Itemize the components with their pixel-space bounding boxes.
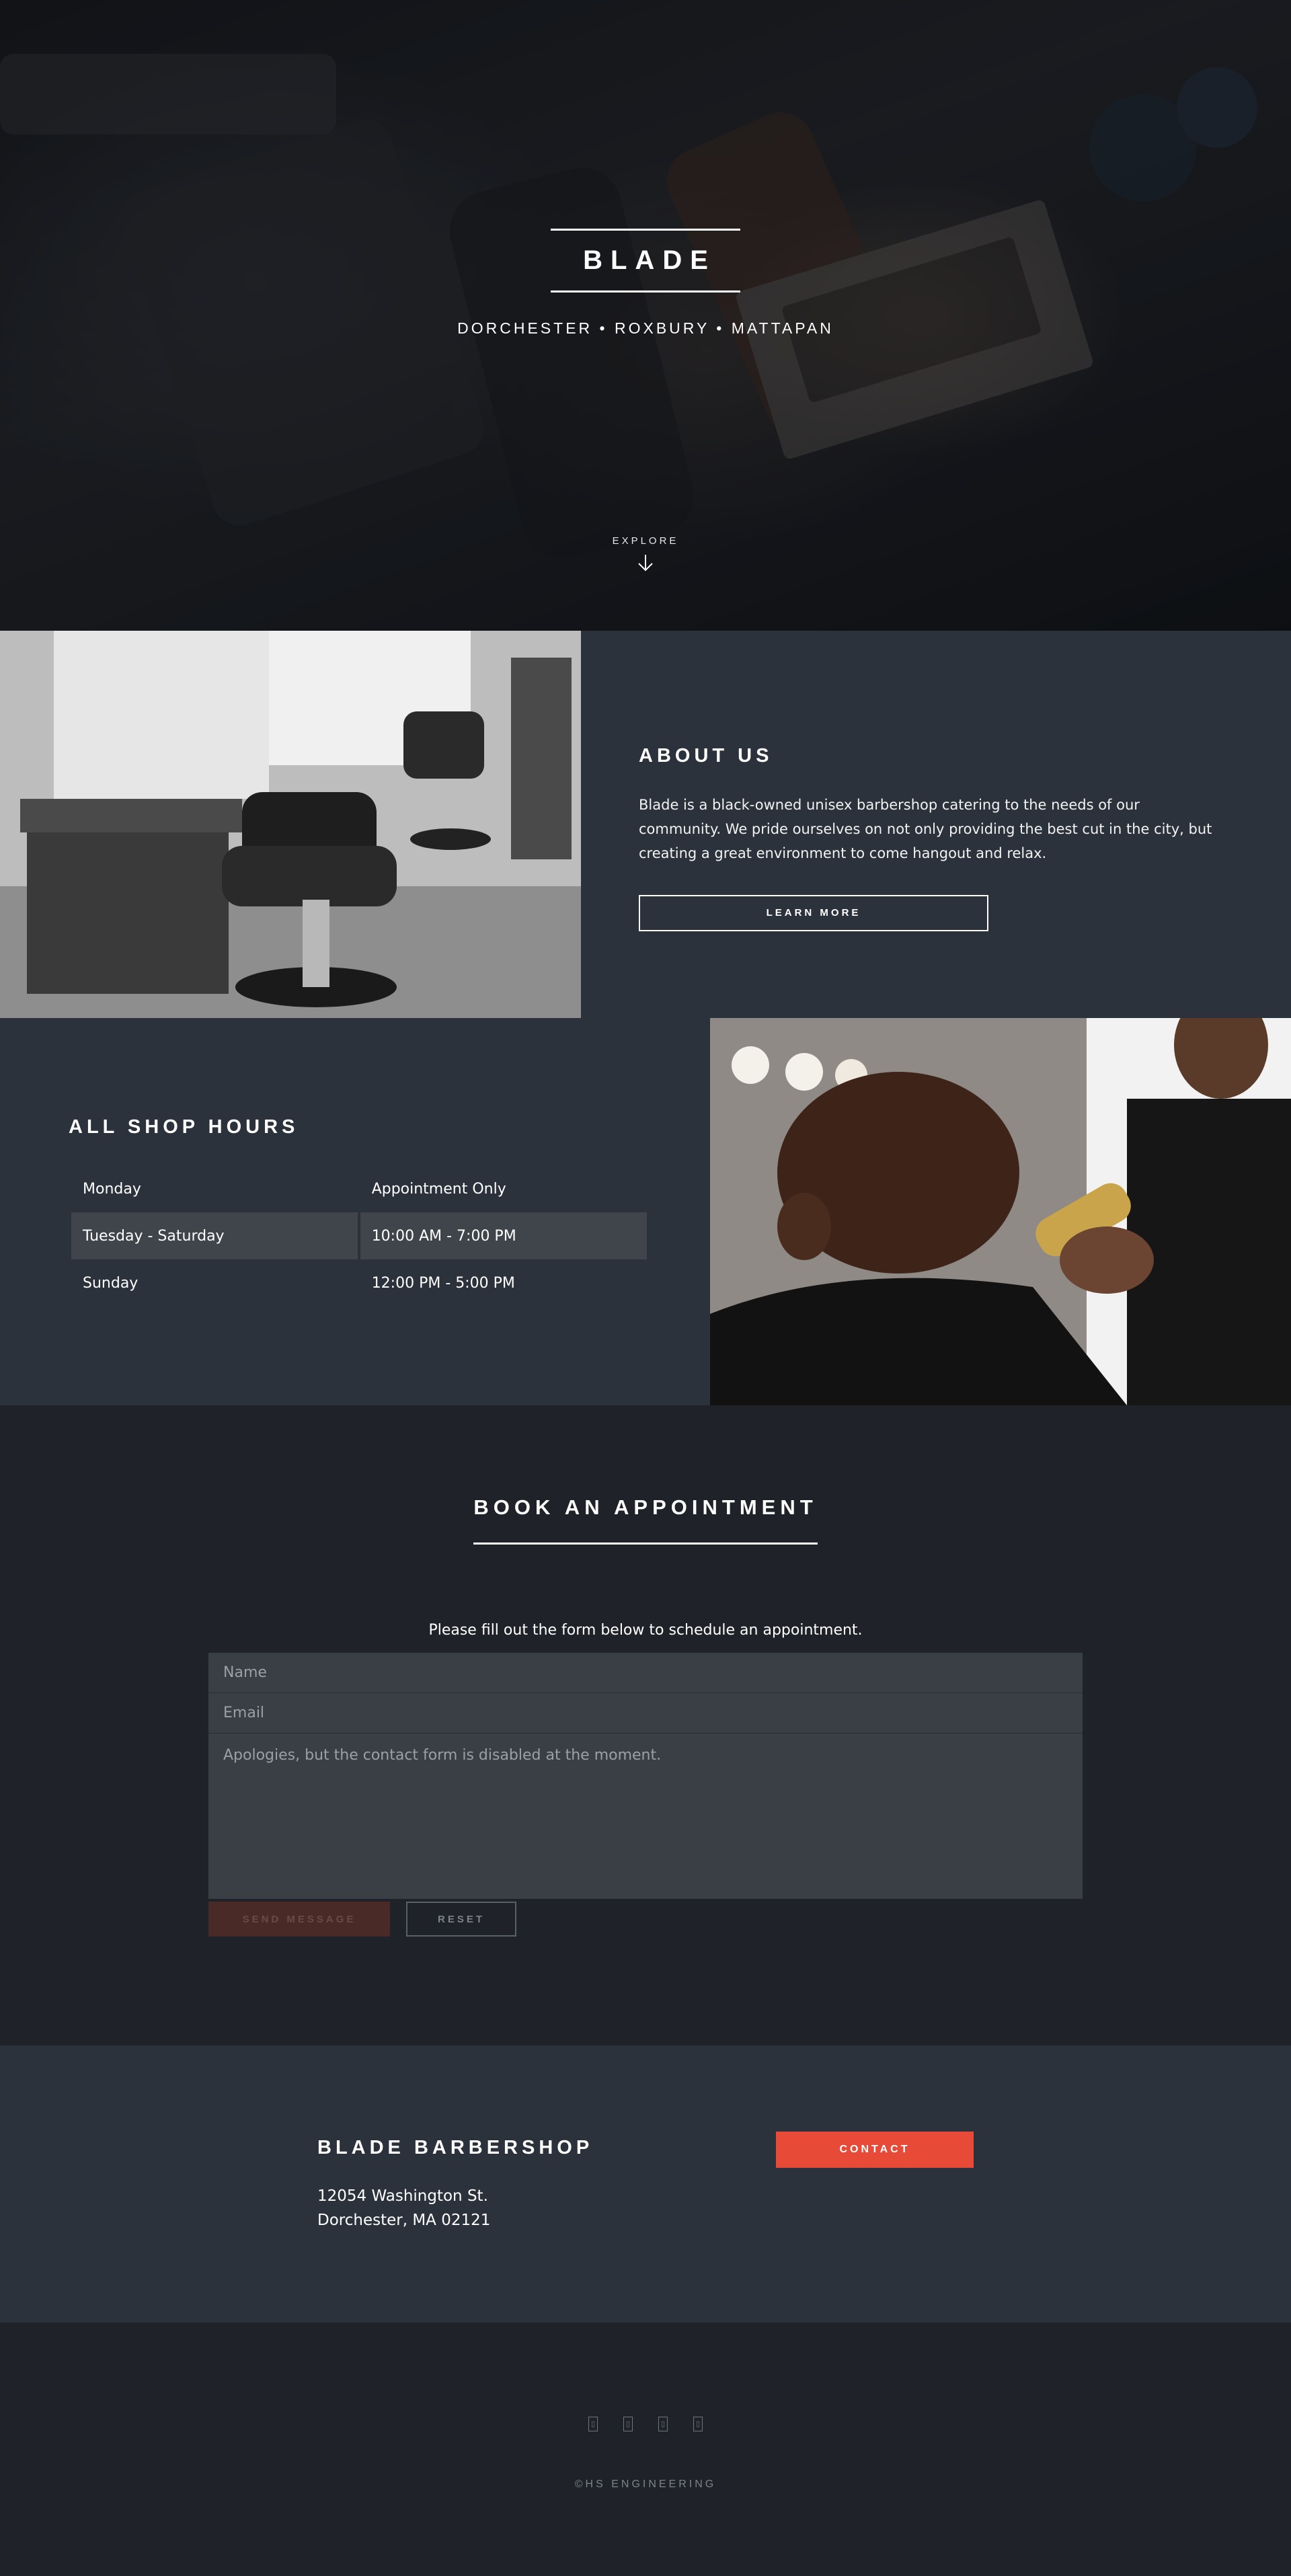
booking-title-wrap: BOOK AN APPOINTMENT — [0, 1495, 1291, 1545]
address-line-2: Dorchester, MA 02121 — [317, 2212, 491, 2229]
barber-at-work-image — [710, 1018, 1291, 1405]
about-body: Blade is a black-owned unisex barbershop… — [639, 797, 1212, 861]
instagram-icon[interactable]: ▯ — [658, 2417, 668, 2431]
about-title: ABOUT US — [639, 745, 773, 767]
hours-row: Tuesday - Saturday 10:00 AM - 7:00 PM — [71, 1212, 647, 1259]
hero-section: BLADE DORCHESTER • ROXBURY • MATTAPAN EX… — [0, 0, 1291, 631]
name-field[interactable] — [208, 1653, 1083, 1693]
message-field[interactable] — [208, 1733, 1083, 1899]
hours-content: ALL SHOP HOURS Monday Appointment Only T… — [0, 1018, 710, 1405]
email-icon[interactable]: ▯ — [693, 2417, 703, 2431]
hero-content: BLADE DORCHESTER • ROXBURY • MATTAPAN — [0, 229, 1291, 338]
send-message-button[interactable]: SEND MESSAGE — [208, 1902, 390, 1937]
booking-section: BOOK AN APPOINTMENT Please fill out the … — [0, 1405, 1291, 2045]
booking-intro: Please fill out the form below to schedu… — [428, 1622, 863, 1639]
reset-button[interactable]: RESET — [406, 1902, 516, 1937]
appointment-form: SEND MESSAGE RESET — [208, 1653, 1083, 1937]
hours-time: 10:00 AM - 7:00 PM — [360, 1212, 647, 1259]
facebook-icon[interactable]: ▯ — [623, 2417, 633, 2431]
booking-title: BOOK AN APPOINTMENT — [473, 1495, 818, 1545]
hours-time: Appointment Only — [371, 1180, 506, 1198]
hours-row: Sunday 12:00 PM - 5:00 PM — [71, 1259, 647, 1306]
hours-day: Monday — [83, 1180, 141, 1198]
explore-link[interactable]: EXPLORE — [0, 535, 1291, 572]
arrow-down-icon — [638, 555, 653, 572]
learn-more-button[interactable]: LEARN MORE — [639, 895, 988, 931]
hours-table: Monday Appointment Only Tuesday - Saturd… — [69, 1165, 650, 1306]
barbershop-interior-illustration — [0, 631, 581, 1018]
about-content: ABOUT US Blade is a black-owned unisex b… — [581, 631, 1291, 1018]
address-line-1: 12054 Washington St. — [317, 2187, 488, 2205]
social-links: ▯ ▯ ▯ ▯ — [0, 2417, 1291, 2431]
contact-button[interactable]: CONTACT — [776, 2132, 974, 2168]
brand-logo: BLADE — [551, 229, 740, 292]
hours-day: Sunday — [83, 1274, 139, 1292]
business-name: BLADE BARBERSHOP — [317, 2137, 594, 2158]
hours-title: ALL SHOP HOURS — [69, 1116, 299, 1138]
about-section: ABOUT US Blade is a black-owned unisex b… — [0, 631, 1291, 1018]
contact-section: BLADE BARBERSHOP 12054 Washington St. Do… — [0, 2045, 1291, 2323]
hours-day: Tuesday - Saturday — [71, 1212, 358, 1259]
explore-label: EXPLORE — [612, 535, 679, 547]
form-actions: SEND MESSAGE RESET — [208, 1902, 1083, 1937]
copyright: ©HS ENGINEERING — [574, 2479, 717, 2490]
hours-section: ALL SHOP HOURS Monday Appointment Only T… — [0, 1018, 1291, 1405]
barbershop-interior-image — [0, 631, 581, 1018]
hours-time: 12:00 PM - 5:00 PM — [371, 1274, 515, 1292]
footer: ▯ ▯ ▯ ▯ ©HS ENGINEERING — [0, 2323, 1291, 2576]
hours-row: Monday Appointment Only — [71, 1165, 647, 1212]
hero-locations: DORCHESTER • ROXBURY • MATTAPAN — [457, 319, 834, 337]
email-field[interactable] — [208, 1693, 1083, 1733]
twitter-icon[interactable]: ▯ — [588, 2417, 598, 2431]
business-address: 12054 Washington St. Dorchester, MA 0212… — [317, 2184, 490, 2232]
barber-at-work-illustration — [710, 1018, 1291, 1405]
